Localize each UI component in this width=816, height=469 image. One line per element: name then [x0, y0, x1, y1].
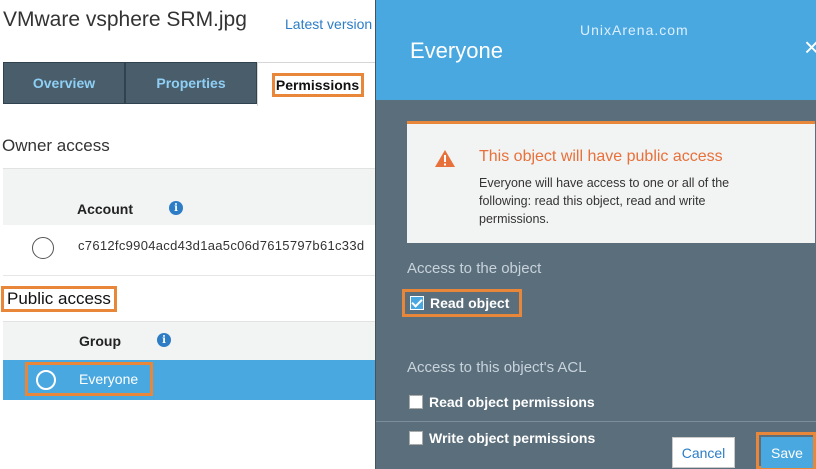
tab-properties[interactable]: Properties	[125, 62, 257, 104]
public-access-heading: Public access	[1, 286, 117, 312]
object-page: VMware vsphere SRM.jpg Latest version Ov…	[0, 0, 378, 469]
read-permissions-label: Read object permissions	[429, 394, 595, 410]
info-icon[interactable]: i	[157, 333, 171, 347]
close-icon[interactable]: ×	[804, 34, 816, 60]
table-row-everyone[interactable]: Everyone	[3, 360, 378, 400]
account-id: c7612fc9904acd43d1aa5c06d7615797b61c33d	[78, 238, 365, 253]
group-name: Everyone	[79, 371, 139, 387]
permissions-side-panel: UnixArena.com Everyone × This object wil…	[375, 0, 816, 469]
radio-icon[interactable]	[32, 237, 54, 259]
warning-body: Everyone will have access to one or all …	[479, 176, 730, 226]
watermark: UnixArena.com	[580, 22, 689, 38]
checkbox-icon[interactable]	[409, 395, 423, 409]
public-table-header: Group i	[3, 321, 378, 361]
owner-table-header: Account i	[3, 168, 378, 226]
owner-access-heading: Owner access	[2, 136, 110, 155]
table-row: c7612fc9904acd43d1aa5c06d7615797b61c33d	[3, 225, 378, 276]
public-access-warning: This object will have public access Ever…	[407, 121, 815, 243]
panel-header: UnixArena.com Everyone ×	[376, 0, 816, 100]
read-object-option[interactable]: Read object	[402, 289, 522, 317]
page-title: VMware vsphere SRM.jpg	[3, 8, 247, 31]
footer-divider	[376, 421, 816, 422]
warning-title: This object will have public access	[479, 148, 723, 165]
read-object-label: Read object	[430, 295, 510, 311]
group-column-header: Group	[79, 333, 121, 349]
tab-permissions-label: Permissions	[271, 72, 364, 97]
tab-bar: Overview Properties Permissions	[3, 62, 378, 106]
save-button[interactable]: Save	[761, 437, 813, 468]
write-permissions-option[interactable]: Write object permissions	[409, 430, 595, 446]
checkbox-icon[interactable]	[409, 431, 423, 445]
latest-version-link[interactable]: Latest version	[285, 16, 372, 32]
radio-icon[interactable]	[36, 370, 56, 390]
panel-title: Everyone	[410, 38, 503, 63]
access-acl-heading: Access to this object's ACL	[407, 359, 587, 376]
access-object-heading: Access to the object	[407, 260, 542, 277]
warning-icon	[435, 150, 455, 167]
tab-permissions[interactable]: Permissions	[257, 62, 378, 106]
info-icon[interactable]: i	[169, 201, 183, 215]
tab-overview[interactable]: Overview	[3, 62, 125, 104]
checkbox-icon[interactable]	[410, 296, 424, 310]
read-permissions-option[interactable]: Read object permissions	[409, 394, 595, 410]
write-permissions-label: Write object permissions	[429, 430, 596, 446]
cancel-button[interactable]: Cancel	[672, 437, 735, 468]
account-column-header: Account	[77, 201, 133, 217]
